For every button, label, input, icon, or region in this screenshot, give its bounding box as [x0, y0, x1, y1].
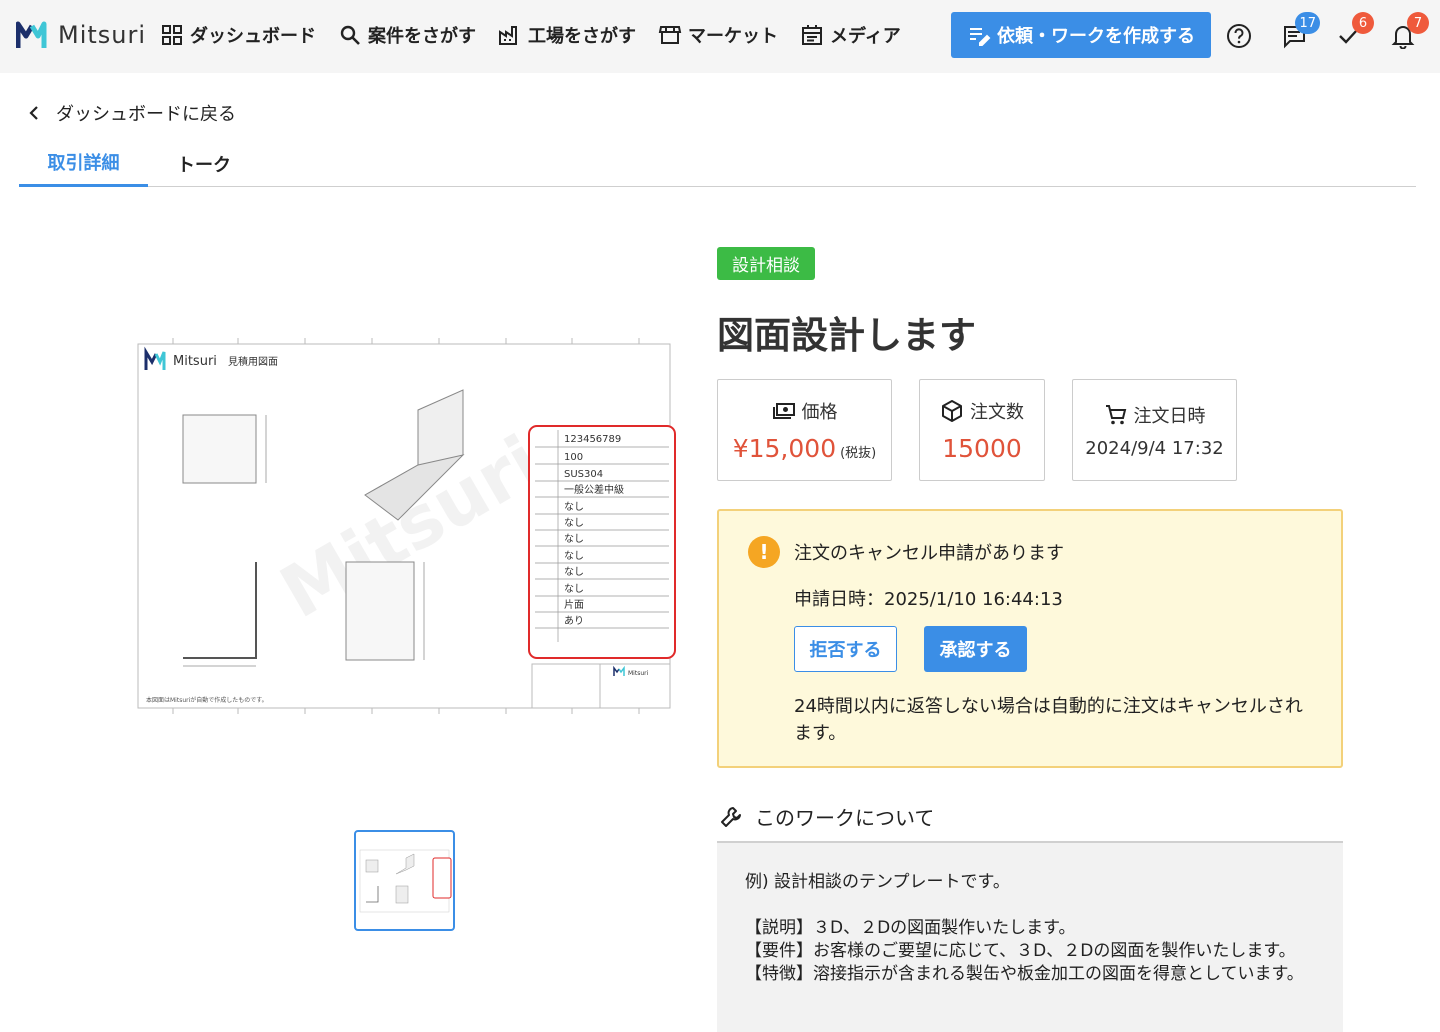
alert-request-date: 申請日時：2025/1/10 16:44:13 [794, 589, 1063, 610]
nav-market[interactable]: マーケット [658, 22, 778, 48]
top-navigation-bar: Mitsuri ダッシュボード 案件をさがす 工場をさがす マーケット メディア… [0, 0, 1440, 73]
drawing-image: Mitsuri 見積用図面 Mitsuri 本図面はMitsuriが自動で作成し… [128, 330, 684, 720]
tab-deal-details[interactable]: 取引詳細 [19, 140, 148, 187]
nav-market-label: マーケット [688, 26, 778, 47]
spec-value: あり [564, 615, 584, 627]
spec-value: なし [564, 566, 584, 578]
tab-talk-label: トーク [177, 154, 231, 176]
box-icon [942, 399, 962, 422]
spec-value: 片面 [564, 598, 584, 611]
wrench-icon [721, 806, 741, 827]
spec-value: なし [564, 533, 584, 545]
help-button[interactable] [1225, 22, 1253, 50]
order-date-card: 注文日時 2024/9/4 17:32 [1072, 379, 1237, 481]
quantity-card: 注文数 15000 [919, 379, 1045, 481]
nav-media-label: メディア [830, 26, 901, 47]
order-date-label: 注文日時 [1133, 405, 1206, 427]
spec-value: 100 [564, 452, 583, 463]
edit-list-icon [970, 28, 991, 46]
create-request-button[interactable]: 依頼・ワークを作成する [951, 12, 1211, 58]
drawing-stamp-text: Mitsuri [628, 670, 649, 677]
reject-button[interactable]: 拒否する [794, 626, 897, 672]
nav-find-factories[interactable]: 工場をさがす [498, 22, 636, 48]
nav-find-projects-label: 案件をさがす [368, 26, 476, 47]
grid-icon [162, 25, 182, 45]
nav-dashboard[interactable]: ダッシュボード [160, 22, 316, 48]
logo-text: Mitsuri [58, 21, 147, 49]
deal-tabs: 取引詳細 トーク [19, 140, 1416, 187]
spec-value: 一般公差中級 [564, 483, 624, 496]
search-icon [340, 25, 360, 45]
cancel-request-alert: ! 注文のキャンセル申請があります 申請日時：2025/1/10 16:44:1… [717, 509, 1343, 768]
messages-badge: 17 [1295, 12, 1320, 34]
messages-button[interactable]: 17 [1280, 12, 1320, 50]
drawing-spec-table: 123456789 100 SUS304 一般公差中級 なし なし なし なし … [528, 425, 676, 659]
order-date-value: 2024/9/4 17:32 [1085, 437, 1224, 459]
help-icon [1227, 24, 1251, 48]
spec-value: なし [564, 501, 584, 513]
notifications-badge: 7 [1407, 12, 1429, 34]
nav-media[interactable]: メディア [800, 22, 901, 48]
spec-value: SUS304 [564, 469, 603, 480]
tab-deal-details-label: 取引詳細 [47, 153, 120, 174]
spec-value: 123456789 [564, 434, 621, 445]
warning-icon: ! [748, 536, 780, 568]
drawing-footer-note: 本図面はMitsuriが自動で作成したものです。 [146, 696, 268, 704]
nav-dashboard-label: ダッシュボード [190, 26, 316, 47]
about-description: 例) 設計相談のテンプレートです。 【説明】３D、２Dの図面製作いたします。 【… [717, 841, 1343, 1032]
factory-icon [499, 26, 517, 45]
tasks-button[interactable]: 6 [1334, 12, 1374, 50]
back-label: ダッシュボードに戻る [56, 104, 236, 125]
quantity-label: 注文数 [970, 401, 1024, 423]
spec-value: なし [564, 550, 584, 562]
price-card: 価格 ¥15,000 (税抜) [717, 379, 892, 481]
site-logo[interactable]: Mitsuri [16, 20, 146, 50]
spec-value: なし [564, 517, 584, 529]
drawing-sheet-title: 見積用図面 [228, 355, 278, 368]
mitsuri-logo-icon [16, 21, 47, 48]
cart-icon [1105, 404, 1126, 424]
category-badge: 設計相談 [717, 247, 815, 280]
back-to-dashboard-link[interactable]: ダッシュボードに戻る [28, 100, 236, 126]
spec-value: なし [564, 583, 584, 595]
about-heading: このワークについて [719, 802, 934, 831]
tab-talk[interactable]: トーク [159, 140, 249, 187]
drawing-thumbnail[interactable] [354, 830, 455, 931]
price-tax-note: (税抜) [840, 445, 877, 461]
alert-message: 注文のキャンセル申請があります [794, 543, 1064, 564]
money-icon [772, 402, 795, 419]
create-request-label: 依頼・ワークを作成する [997, 26, 1195, 47]
accept-button[interactable]: 承認する [924, 626, 1027, 672]
drawing-logo-text: Mitsuri [173, 354, 217, 369]
nav-find-projects[interactable]: 案件をさがす [338, 22, 476, 48]
notifications-button[interactable]: 7 [1389, 12, 1429, 50]
calendar-icon [802, 25, 822, 45]
work-title: 図面設計します [717, 314, 976, 357]
price-label: 価格 [801, 401, 838, 423]
nav-find-factories-label: 工場をさがす [528, 26, 636, 47]
about-heading-label: このワークについて [755, 806, 935, 830]
price-value: ¥15,000 [732, 433, 837, 463]
store-icon [658, 26, 682, 44]
quantity-value: 15000 [942, 433, 1022, 463]
chevron-left-icon [29, 106, 38, 120]
alert-note: 24時間以内に返答しない場合は自動的に注文はキャンセルされます。 [794, 696, 1303, 744]
tasks-badge: 6 [1352, 12, 1374, 34]
main-nav: ダッシュボード 案件をさがす 工場をさがす マーケット メディア [160, 22, 901, 48]
